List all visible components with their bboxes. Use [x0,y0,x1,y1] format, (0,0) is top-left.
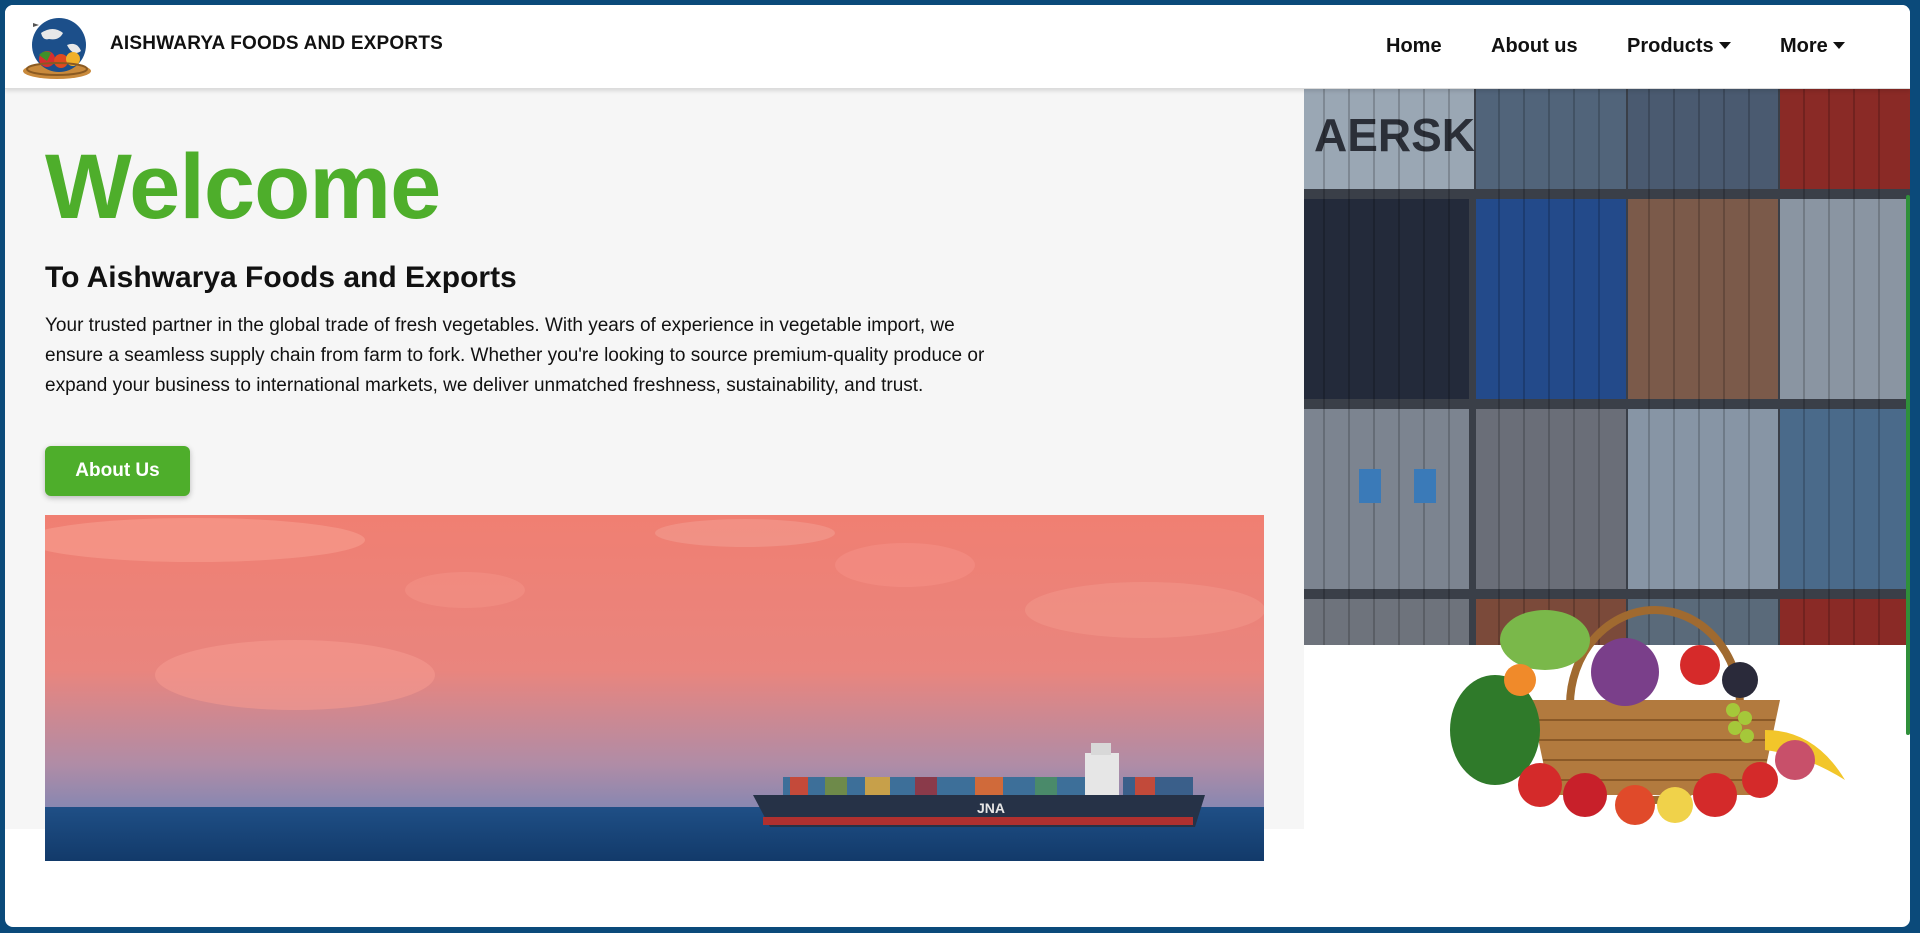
scrollbar-thumb[interactable] [1906,195,1910,735]
hero-intro-text: Your trusted partner in the global trade… [45,315,985,396]
nav-more-label[interactable]: More [1780,35,1828,57]
navbar: AISHWARYA FOODS AND EXPORTS Home About u… [5,5,1910,89]
nav-home[interactable]: Home [1386,35,1442,58]
svg-text:AERSK: AERSK [1314,109,1475,161]
hero-section: Welcome To Aishwarya Foods and Exports Y… [5,89,1304,861]
nav-about-label[interactable]: About us [1491,35,1578,57]
about-us-button[interactable]: About Us [45,446,190,496]
shipping-containers-image: AERSK [1304,89,1910,645]
hero-heading: Welcome [45,136,441,238]
nav-home-label[interactable]: Home [1386,35,1442,57]
company-logo[interactable] [19,15,95,81]
nav-products-label[interactable]: Products [1627,35,1714,57]
hero-subtitle: To Aishwarya Foods and Exports [45,261,517,294]
cargo-ship-image: JNA [45,515,1264,861]
nav-more-dropdown[interactable]: More [1780,35,1845,58]
vegetable-basket-image [1450,606,1845,825]
browser-page: AISHWARYA FOODS AND EXPORTS Home About u… [5,5,1910,927]
caret-down-icon[interactable] [1832,42,1845,49]
svg-text:JNA: JNA [977,800,1005,816]
nav-products-dropdown[interactable]: Products [1627,35,1731,58]
nav-about[interactable]: About us [1491,35,1578,58]
caret-down-icon[interactable] [1718,42,1731,49]
brand-name[interactable]: AISHWARYA FOODS AND EXPORTS [110,33,443,55]
